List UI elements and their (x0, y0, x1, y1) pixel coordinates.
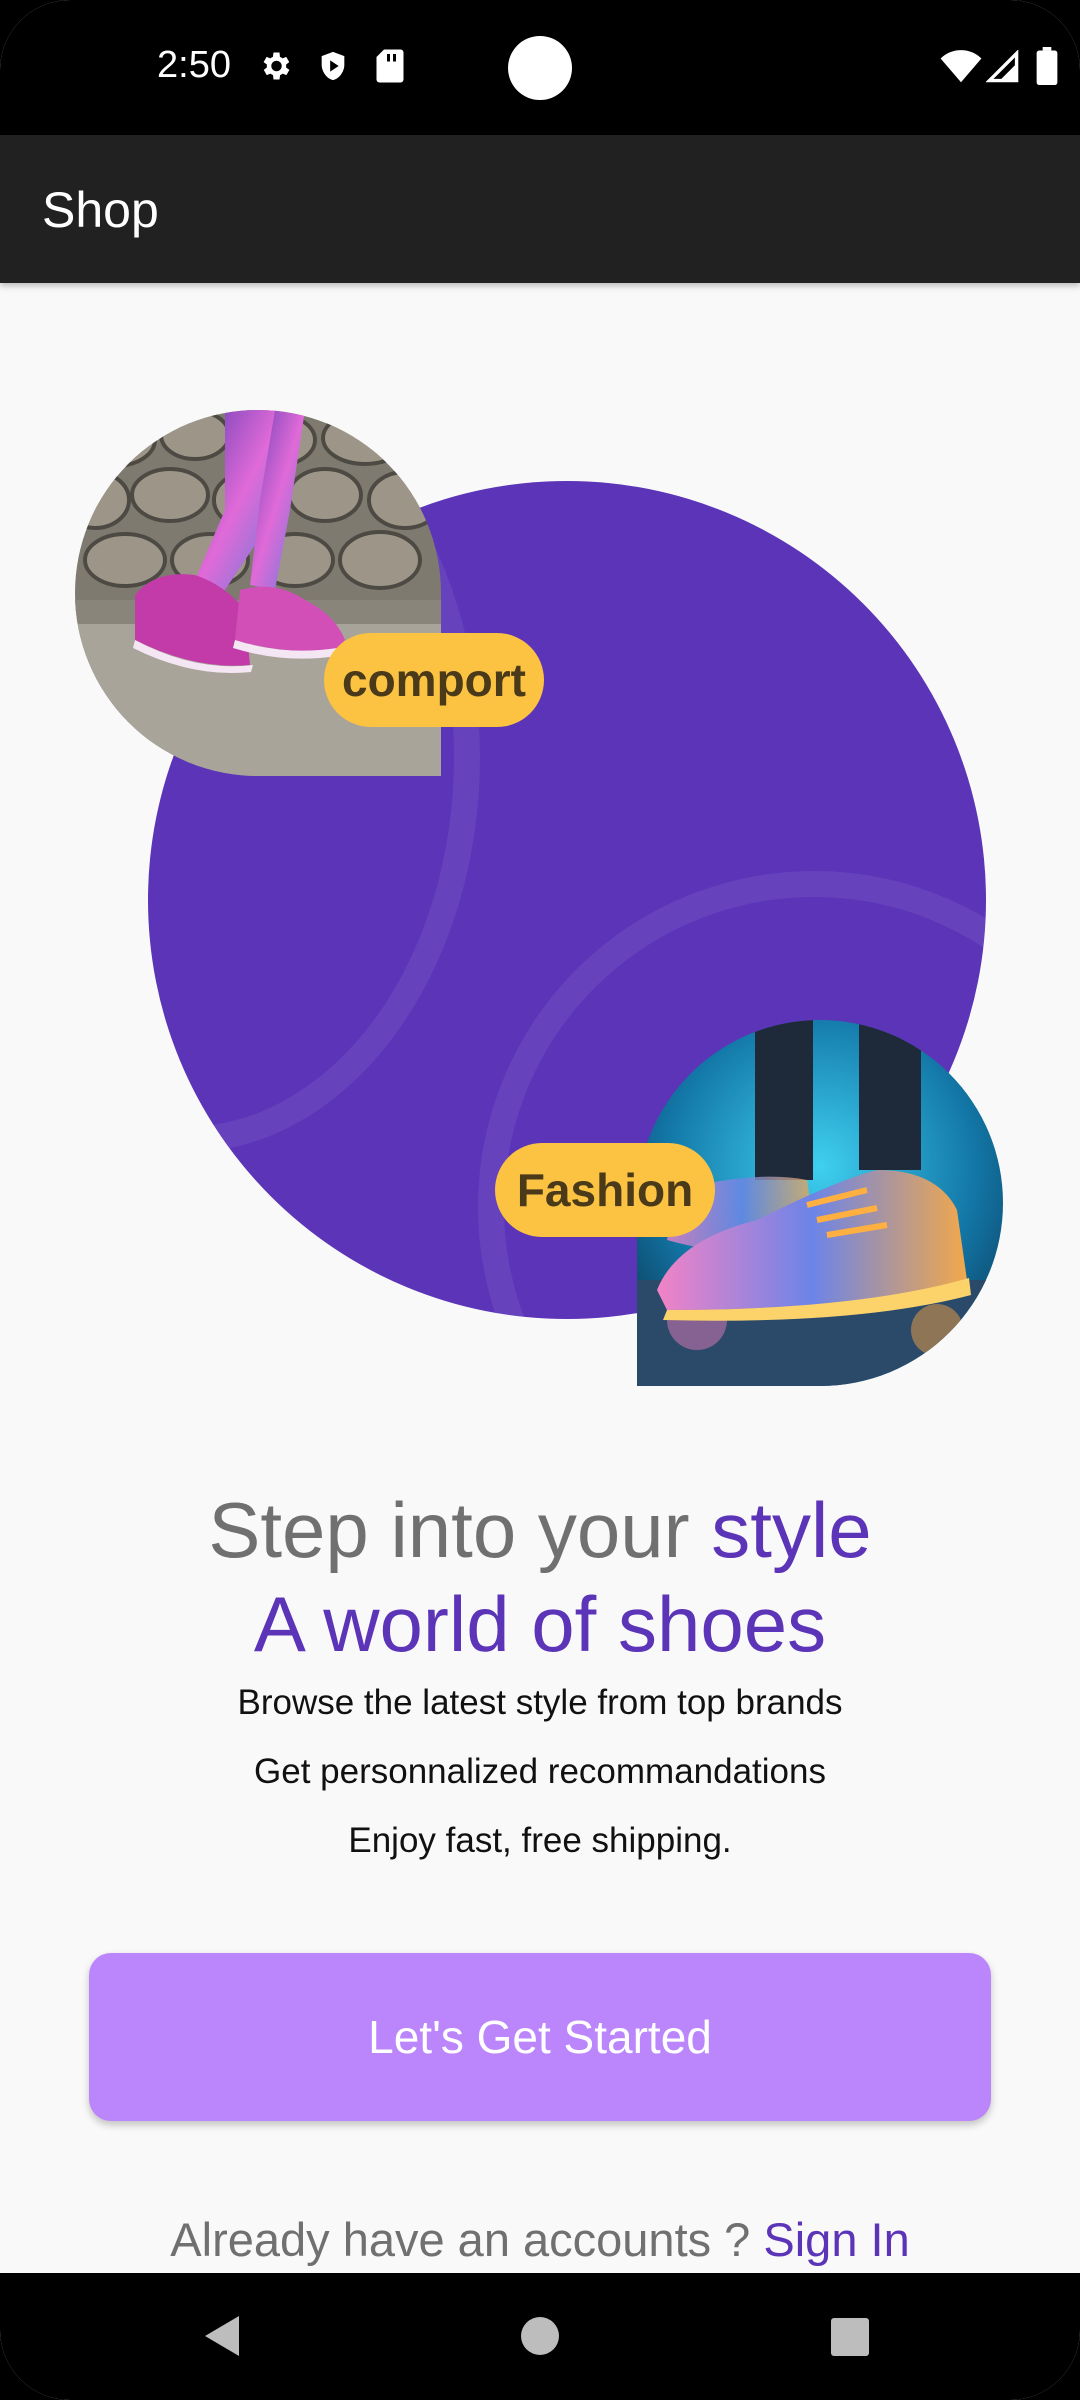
tag-fashion: Fashion (495, 1143, 715, 1237)
status-time: 2:50 (157, 44, 231, 86)
navigation-bar (0, 2273, 1080, 2400)
back-icon[interactable] (165, 2273, 285, 2400)
sign-in-link[interactable]: Sign In (763, 2213, 909, 2266)
hero-illustration: comport Fashion (0, 283, 1080, 1413)
app-bar: Shop (0, 135, 1080, 283)
signin-prompt: Already have an accounts ? Sign In (0, 2212, 1080, 2267)
signin-prompt-text: Already have an accounts ? (170, 2213, 764, 2266)
headline-grey-text: Step into your (208, 1486, 712, 1574)
home-icon[interactable] (480, 2273, 600, 2400)
app-title: Shop (42, 182, 159, 238)
battery-icon (1036, 47, 1058, 90)
feature-line: Get personnalized recommandations (254, 1752, 826, 1791)
settings-icon (257, 48, 293, 89)
feature-line: Browse the latest style from top brands (237, 1683, 843, 1722)
signal-icon (985, 49, 1020, 89)
headline-line-2: A world of shoes (253, 1580, 827, 1668)
status-bar: 2:50 (0, 0, 1080, 135)
front-camera (508, 36, 572, 100)
headline-accent-text: style (711, 1486, 872, 1574)
wifi-icon (940, 50, 982, 89)
tag-comport: comport (324, 633, 544, 727)
get-started-button[interactable]: Let's Get Started (89, 1953, 991, 2121)
headline-line-1: Step into your style (0, 1482, 1080, 1578)
feature-line: Enjoy fast, free shipping. (348, 1821, 732, 1860)
recents-icon[interactable] (790, 2273, 910, 2400)
shield-icon (316, 48, 350, 89)
screen: 2:50 Shop comport Fashion Step into your… (0, 0, 1080, 2400)
sd-card-icon (375, 48, 405, 89)
